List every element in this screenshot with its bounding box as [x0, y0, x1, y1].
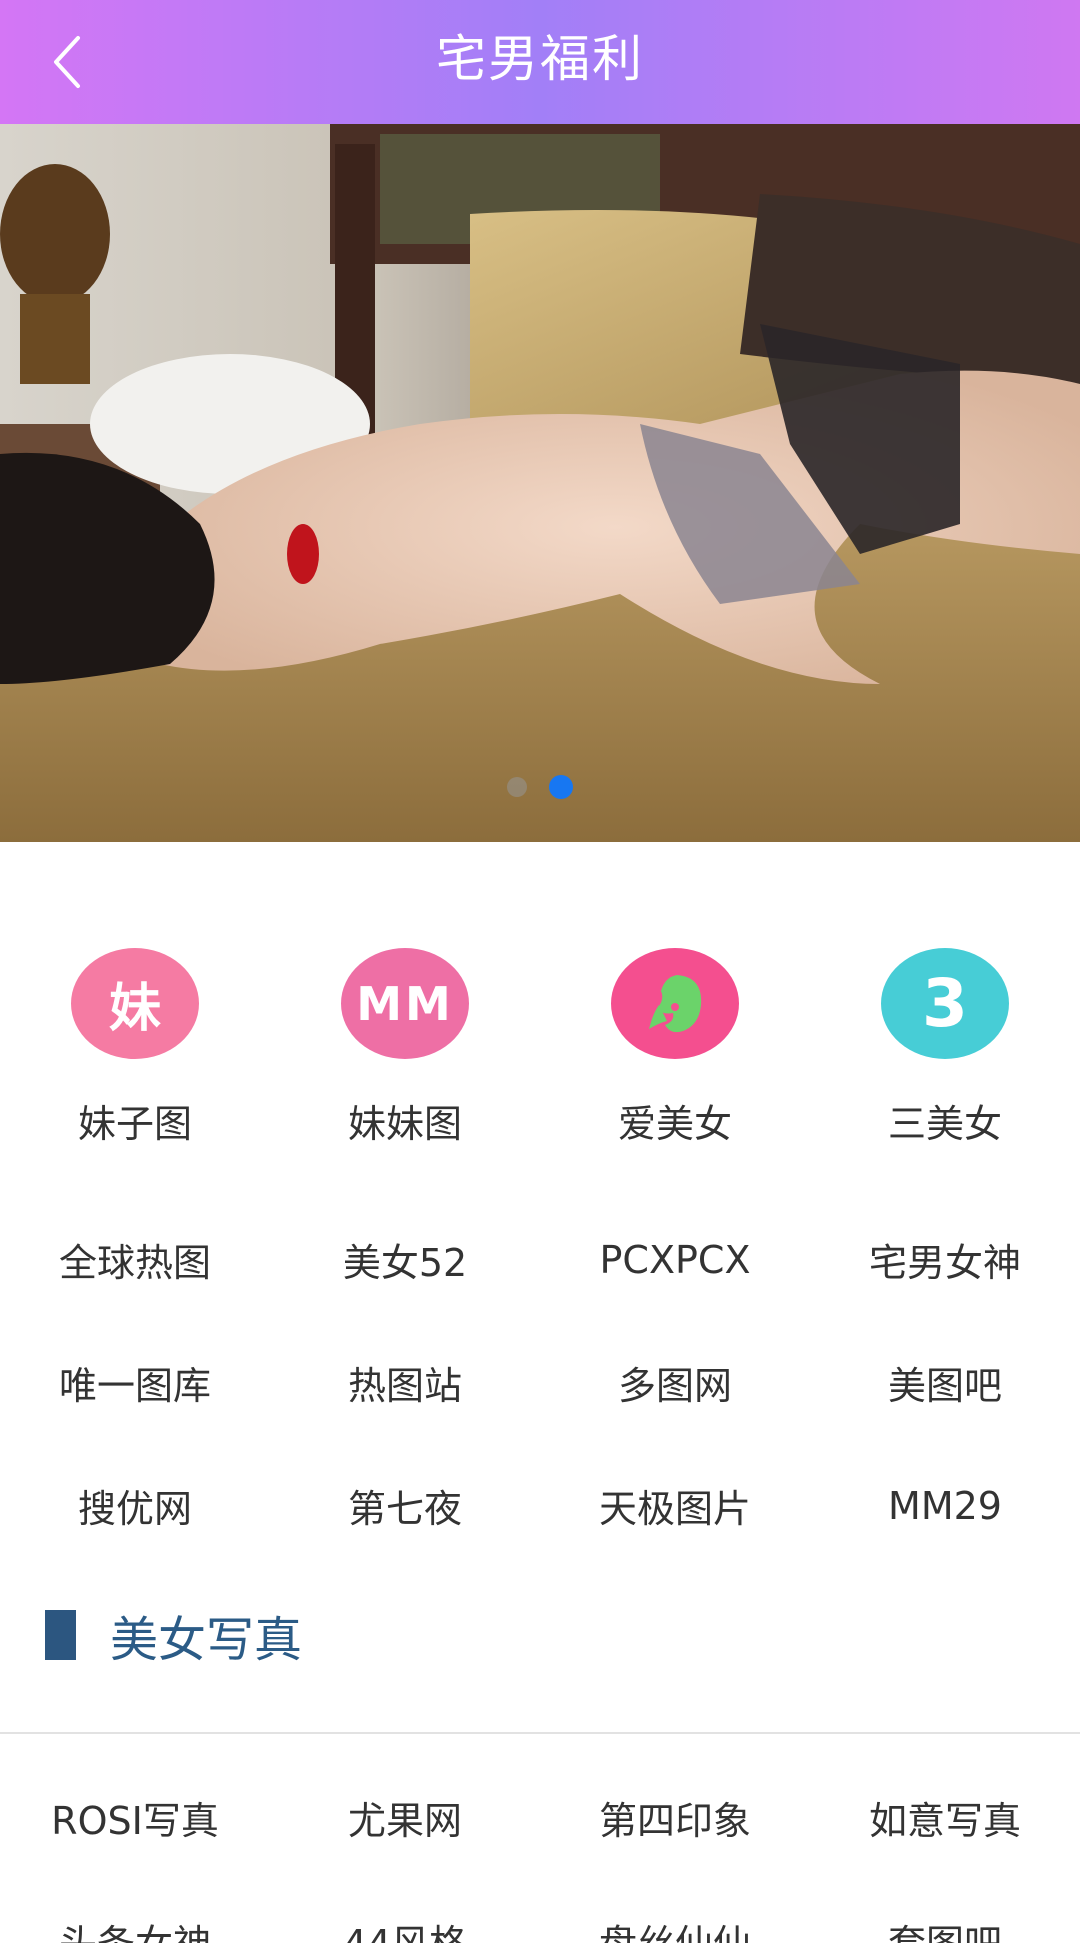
banner-carousel[interactable] [0, 124, 1080, 842]
site-sanmeinv[interactable]: 3 三美女 [810, 948, 1080, 1148]
page-title: 宅男福利 [436, 30, 644, 88]
photo-site-link[interactable]: 头条女神 [0, 1879, 270, 1943]
photo-site-link[interactable]: 套图吧 [810, 1879, 1080, 1943]
site-link[interactable]: 第七夜 [270, 1444, 540, 1567]
page: 宅男福利 妹 妹子图 MM 妹妹图 爱美女 3 三美女 全球热图 美女52 PC… [0, 0, 1080, 1943]
section-accent-bar [45, 1610, 76, 1660]
site-link[interactable]: 搜优网 [0, 1444, 270, 1567]
site-link[interactable]: 唯一图库 [0, 1321, 270, 1444]
photo-site-link[interactable]: 如意写真 [810, 1756, 1080, 1879]
photo-site-link[interactable]: 尤果网 [270, 1756, 540, 1879]
carousel-dot[interactable] [507, 777, 527, 797]
divider [0, 1732, 1080, 1734]
photo-site-link[interactable]: 44风格 [270, 1879, 540, 1943]
mei-glyph-icon: 妹 [71, 948, 199, 1059]
site-link[interactable]: 美图吧 [810, 1321, 1080, 1444]
site-label: 妹妹图 [347, 1102, 462, 1146]
app-header: 宅男福利 [0, 0, 1080, 124]
section-title: 美女写真 [110, 1612, 303, 1668]
site-link[interactable]: 宅男女神 [810, 1198, 1080, 1321]
site-link[interactable]: 全球热图 [0, 1198, 270, 1321]
site-aimeinv[interactable]: 爱美女 [540, 948, 810, 1148]
mm-glyph-icon: MM [341, 948, 469, 1059]
site-link[interactable]: 天极图片 [540, 1444, 810, 1567]
section-header: 美女写真 [0, 1600, 1080, 1670]
site-link[interactable]: MM29 [810, 1444, 1080, 1567]
girl-silhouette-icon [611, 948, 739, 1059]
carousel-dot-active[interactable] [549, 775, 573, 799]
photo-sites-grid: ROSI写真 尤果网 第四印象 如意写真 头条女神 44风格 盘丝仙仙 套图吧 [0, 1756, 1080, 1943]
site-label: 三美女 [887, 1102, 1002, 1146]
site-meimeitu[interactable]: MM 妹妹图 [270, 948, 540, 1148]
site-link[interactable]: 热图站 [270, 1321, 540, 1444]
site-meizitu[interactable]: 妹 妹子图 [0, 948, 270, 1148]
site-link[interactable]: 多图网 [540, 1321, 810, 1444]
photo-site-link[interactable]: 第四印象 [540, 1756, 810, 1879]
featured-sites: 妹 妹子图 MM 妹妹图 爱美女 3 三美女 [0, 948, 1080, 1148]
site-link[interactable]: 美女52 [270, 1198, 540, 1321]
photo-site-link[interactable]: 盘丝仙仙 [540, 1879, 810, 1943]
three-glyph-icon: 3 [881, 948, 1009, 1059]
carousel-indicators [0, 772, 1080, 802]
site-links-grid: 全球热图 美女52 PCXPCX 宅男女神 唯一图库 热图站 多图网 美图吧 搜… [0, 1198, 1080, 1567]
site-label: 爱美女 [617, 1102, 732, 1146]
photo-site-link[interactable]: ROSI写真 [0, 1756, 270, 1879]
banner-image [0, 124, 1080, 842]
site-label: 妹子图 [77, 1102, 192, 1146]
site-link[interactable]: PCXPCX [540, 1198, 810, 1321]
